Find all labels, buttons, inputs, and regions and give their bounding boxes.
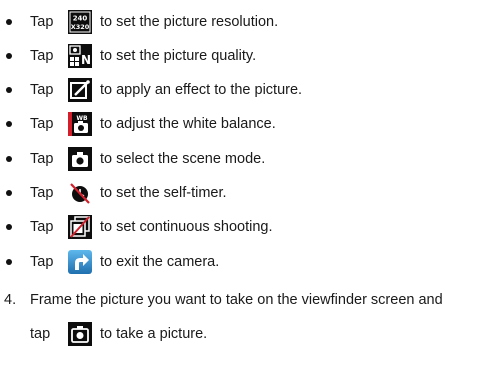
resolution-icon-top-text: 240 — [73, 15, 88, 23]
bullet-text: to exit the camera. — [100, 254, 220, 270]
step-text-line2: to take a picture. — [100, 326, 208, 342]
bullet-dot — [6, 121, 12, 127]
shutter-icon — [68, 322, 92, 346]
bullet-dot — [6, 53, 12, 59]
bullet-dot — [6, 190, 12, 196]
bullet-dot — [6, 224, 12, 230]
quality-icon-letter: N — [81, 53, 91, 67]
bullet-text: to set the picture quality. — [100, 48, 257, 64]
bullet-text: to set the picture resolution. — [100, 14, 279, 30]
tap-label: Tap — [30, 116, 54, 132]
bullet-dot — [6, 19, 12, 25]
tap-label: Tap — [30, 185, 54, 201]
step-item: 4. Frame the picture you want to take on… — [0, 292, 497, 362]
bullet-text: to set continuous shooting. — [100, 219, 273, 235]
step-text-line1: Frame the picture you want to take on th… — [30, 292, 443, 308]
tap-label: Tap — [30, 48, 54, 64]
exit-camera-icon — [68, 250, 92, 274]
tap-label: Tap — [30, 254, 54, 270]
effect-icon — [68, 78, 92, 102]
bullet-dot — [6, 156, 12, 162]
resolution-icon-bottom-text: X320 — [71, 23, 90, 31]
white-balance-icon: WB — [68, 112, 92, 136]
bullet-dot — [6, 87, 12, 93]
bullet-text: to set the self-timer. — [100, 185, 227, 201]
tap-label: Tap — [30, 151, 54, 167]
step-number: 4. — [4, 292, 17, 308]
white-balance-icon-letters: WB — [76, 115, 88, 122]
step-tap-label: tap — [30, 326, 51, 342]
quality-icon: N — [68, 44, 92, 68]
bullet-text: to select the scene mode. — [100, 151, 266, 167]
bullet-text: to apply an effect to the picture. — [100, 82, 303, 98]
tap-label: Tap — [30, 82, 54, 98]
continuous-shooting-icon — [68, 215, 92, 239]
bullet-text: to adjust the white balance. — [100, 116, 276, 132]
resolution-icon: 240 X320 — [68, 10, 92, 34]
scene-mode-icon — [68, 147, 92, 171]
tap-label: Tap — [30, 219, 54, 235]
tap-label: Tap — [30, 14, 54, 30]
self-timer-icon — [68, 181, 92, 205]
page: Tap 240 X320 to set the picture resoluti… — [0, 0, 497, 365]
bullet-dot — [6, 259, 12, 265]
